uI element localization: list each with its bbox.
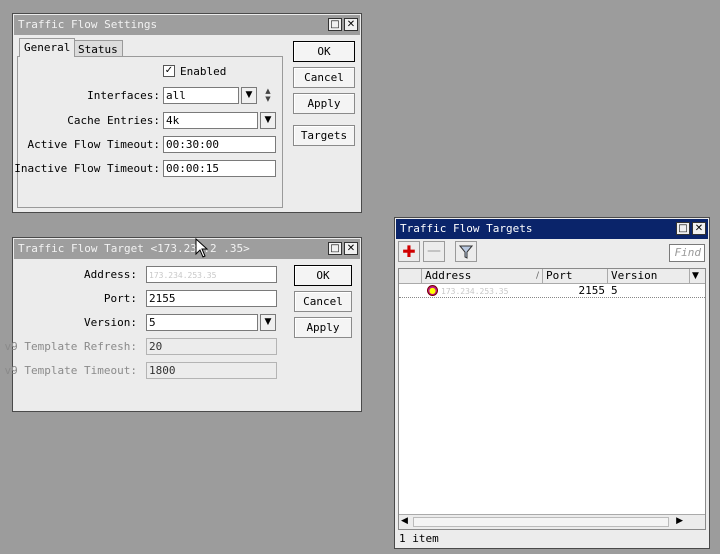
port-field[interactable]: 2155 [146, 290, 277, 307]
remove-button[interactable]: — [423, 241, 445, 262]
mouse-cursor-icon [195, 238, 209, 258]
horizontal-scrollbar[interactable]: ◀ ▶ [399, 514, 705, 529]
v9-template-refresh-field: 20 [146, 338, 277, 355]
maximize-icon[interactable]: □ [328, 242, 342, 255]
scroll-left-icon[interactable]: ◀ [401, 516, 408, 526]
version-field[interactable]: 5 [146, 314, 258, 331]
address-label: Address: [84, 268, 137, 281]
interfaces-label: Interfaces: [87, 89, 160, 102]
scroll-right-icon[interactable]: ▶ [676, 516, 683, 526]
column-header-port[interactable]: Port [543, 269, 608, 284]
targets-button[interactable]: Targets [293, 125, 355, 146]
row-version: 5 [611, 284, 618, 297]
maximize-icon[interactable]: □ [676, 222, 690, 235]
interfaces-field[interactable]: all [163, 87, 239, 104]
close-icon[interactable]: ✕ [692, 222, 706, 235]
tab-status[interactable]: Status [73, 40, 123, 57]
v9-template-timeout-label: v9 Template Timeout: [4, 364, 137, 377]
column-header-address[interactable]: Address / [422, 269, 543, 284]
traffic-flow-target-window: Traffic Flow Target <173.234.2 .35> □ ✕ … [5, 237, 362, 412]
minus-icon: — [427, 243, 441, 259]
row-address: 173.234.253.35 [441, 287, 509, 296]
v9-template-refresh-label: v9 Template Refresh: [4, 340, 137, 353]
settings-title: Traffic Flow Settings [18, 18, 158, 31]
port-label: Port: [103, 292, 137, 305]
cancel-button[interactable]: Cancel [294, 291, 352, 312]
targets-title-bar[interactable]: Traffic Flow Targets □ ✕ [396, 219, 708, 239]
targets-table: Address / Port Version ▼ ● 173.234.253.3… [398, 268, 706, 530]
maximize-icon[interactable]: □ [328, 18, 342, 31]
apply-button[interactable]: Apply [294, 317, 352, 338]
column-header-version[interactable]: Version [608, 269, 690, 284]
ok-button[interactable]: OK [293, 41, 355, 62]
column-chooser-button[interactable]: ▼ [690, 269, 705, 284]
interfaces-updown-icon[interactable]: ▲ ▼ [262, 87, 274, 104]
close-icon[interactable]: ✕ [344, 18, 358, 31]
add-button[interactable]: ✚ [398, 241, 420, 262]
traffic-flow-settings-window: Traffic Flow Settings □ ✕ General Status… [12, 13, 362, 213]
ok-button[interactable]: OK [294, 265, 352, 286]
row-port: 2155 [578, 284, 606, 297]
active-flow-timeout-field[interactable]: 00:30:00 [163, 136, 276, 153]
enabled-checkbox[interactable]: ✓ [163, 65, 175, 77]
filter-icon [458, 245, 474, 259]
close-icon[interactable]: ✕ [344, 242, 358, 255]
target-title: Traffic Flow Target <173.234.2 .35> [18, 242, 250, 255]
cache-entries-dropdown-icon[interactable]: ▼ [260, 112, 276, 129]
inactive-flow-timeout-field[interactable]: 00:00:15 [163, 160, 276, 177]
scrollbar-track[interactable] [413, 517, 669, 527]
find-input[interactable]: Find [669, 244, 705, 262]
version-dropdown-icon[interactable]: ▼ [260, 314, 276, 331]
cache-entries-field[interactable]: 4k [163, 112, 258, 129]
row-status-icon: ● [427, 285, 438, 296]
version-label: Version: [84, 316, 137, 329]
active-flow-timeout-label: Active Flow Timeout: [27, 138, 160, 151]
v9-template-timeout-field: 1800 [146, 362, 277, 379]
cache-entries-label: Cache Entries: [67, 114, 160, 127]
interfaces-dropdown-icon[interactable]: ▼ [241, 87, 257, 104]
plus-icon: ✚ [402, 242, 416, 261]
enabled-label: Enabled [180, 65, 227, 78]
status-bar: 1 item [399, 532, 705, 547]
targets-title: Traffic Flow Targets [400, 222, 533, 235]
table-header-marker [399, 269, 422, 284]
item-count: 1 item [399, 532, 439, 545]
table-row[interactable]: ● 173.234.253.35 2155 5 [399, 284, 705, 298]
sort-indicator-icon: / [535, 271, 539, 281]
target-title-bar[interactable]: Traffic Flow Target <173.234.2 .35> □ ✕ [14, 239, 360, 259]
traffic-flow-targets-window: Traffic Flow Targets □ ✕ ✚ — Find Addres… [394, 217, 710, 549]
apply-button[interactable]: Apply [293, 93, 355, 114]
tab-general[interactable]: General [19, 38, 76, 57]
inactive-flow-timeout-label: Inactive Flow Timeout: [14, 162, 160, 175]
settings-title-bar[interactable]: Traffic Flow Settings □ ✕ [14, 15, 360, 35]
address-field[interactable]: 173.234.253.35 [146, 266, 277, 283]
general-panel: ✓ Enabled Interfaces: all ▼ ▲ ▼ Cache Ent… [14, 56, 283, 208]
cancel-button[interactable]: Cancel [293, 67, 355, 88]
filter-button[interactable] [455, 241, 477, 262]
